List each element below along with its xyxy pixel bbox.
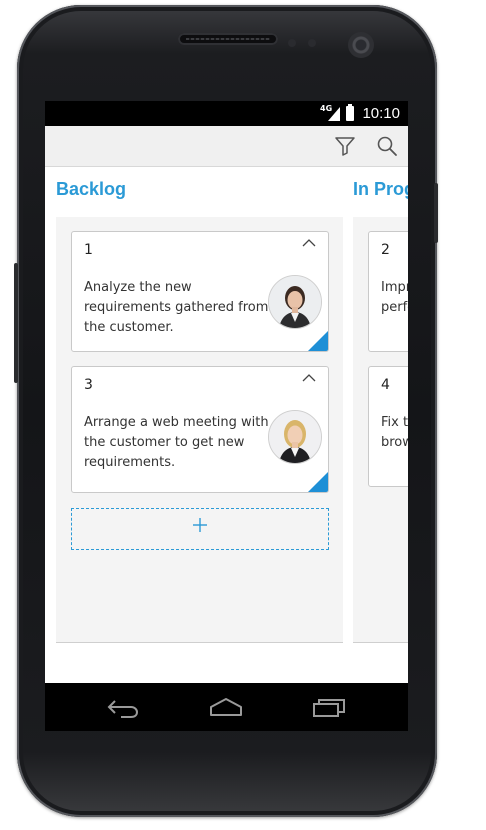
avatar-woman-icon bbox=[269, 276, 321, 328]
chevron-up-icon[interactable] bbox=[302, 238, 316, 248]
search-icon[interactable] bbox=[375, 134, 399, 158]
card-id: 4 bbox=[381, 377, 390, 393]
add-card-button[interactable] bbox=[71, 508, 329, 550]
kanban-card[interactable]: 2 Improve application performance bbox=[368, 231, 408, 352]
status-time: 10:10 bbox=[362, 105, 400, 122]
light-sensor bbox=[308, 39, 316, 47]
card-corner-indicator bbox=[308, 331, 328, 351]
column-backlog: 1 Analyze the new requirements gathered … bbox=[56, 217, 343, 643]
front-camera bbox=[348, 32, 374, 58]
kanban-card[interactable]: 1 Analyze the new requirements gathered … bbox=[71, 231, 329, 352]
column-title-in-progress: In Progress bbox=[353, 179, 408, 199]
screen: 4G 10:10 Backlog 1 Analyze the new requi… bbox=[45, 101, 408, 683]
card-corner-indicator bbox=[308, 472, 328, 492]
card-content: Arrange a web meeting with the customer … bbox=[84, 415, 269, 470]
kanban-card[interactable]: 4 Fix the issues reported in IE browser. bbox=[368, 366, 408, 487]
card-id: 2 bbox=[381, 242, 390, 258]
battery-icon bbox=[346, 104, 354, 121]
proximity-sensor bbox=[288, 39, 296, 47]
kanban-board: Backlog 1 Analyze the new requirements g… bbox=[45, 167, 408, 683]
status-bar: 4G 10:10 bbox=[45, 101, 408, 126]
card-id: 3 bbox=[84, 377, 93, 393]
back-icon[interactable] bbox=[105, 695, 141, 719]
earpiece-speaker bbox=[178, 33, 278, 45]
card-id: 1 bbox=[84, 242, 93, 258]
power-button bbox=[434, 183, 438, 243]
plus-icon bbox=[193, 518, 207, 532]
signal-icon bbox=[328, 107, 340, 121]
card-content: Fix the issues reported in IE browser. bbox=[381, 415, 408, 450]
avatar-woman-icon bbox=[269, 411, 321, 463]
filter-icon[interactable] bbox=[333, 134, 357, 158]
home-icon[interactable] bbox=[208, 695, 244, 719]
column-title-backlog: Backlog bbox=[56, 179, 127, 199]
chevron-up-icon[interactable] bbox=[302, 373, 316, 383]
kanban-card[interactable]: 3 Arrange a web meeting with the custome… bbox=[71, 366, 329, 493]
navigation-bar bbox=[45, 683, 408, 731]
recent-apps-icon[interactable] bbox=[311, 695, 347, 719]
avatar bbox=[268, 410, 322, 464]
volume-button bbox=[14, 263, 18, 383]
toolbar bbox=[45, 126, 408, 167]
card-content: Improve application performance bbox=[381, 280, 408, 315]
avatar bbox=[268, 275, 322, 329]
card-content: Analyze the new requirements gathered fr… bbox=[84, 280, 269, 335]
column-in-progress: 2 Improve application performance 4 Fix … bbox=[353, 217, 408, 643]
